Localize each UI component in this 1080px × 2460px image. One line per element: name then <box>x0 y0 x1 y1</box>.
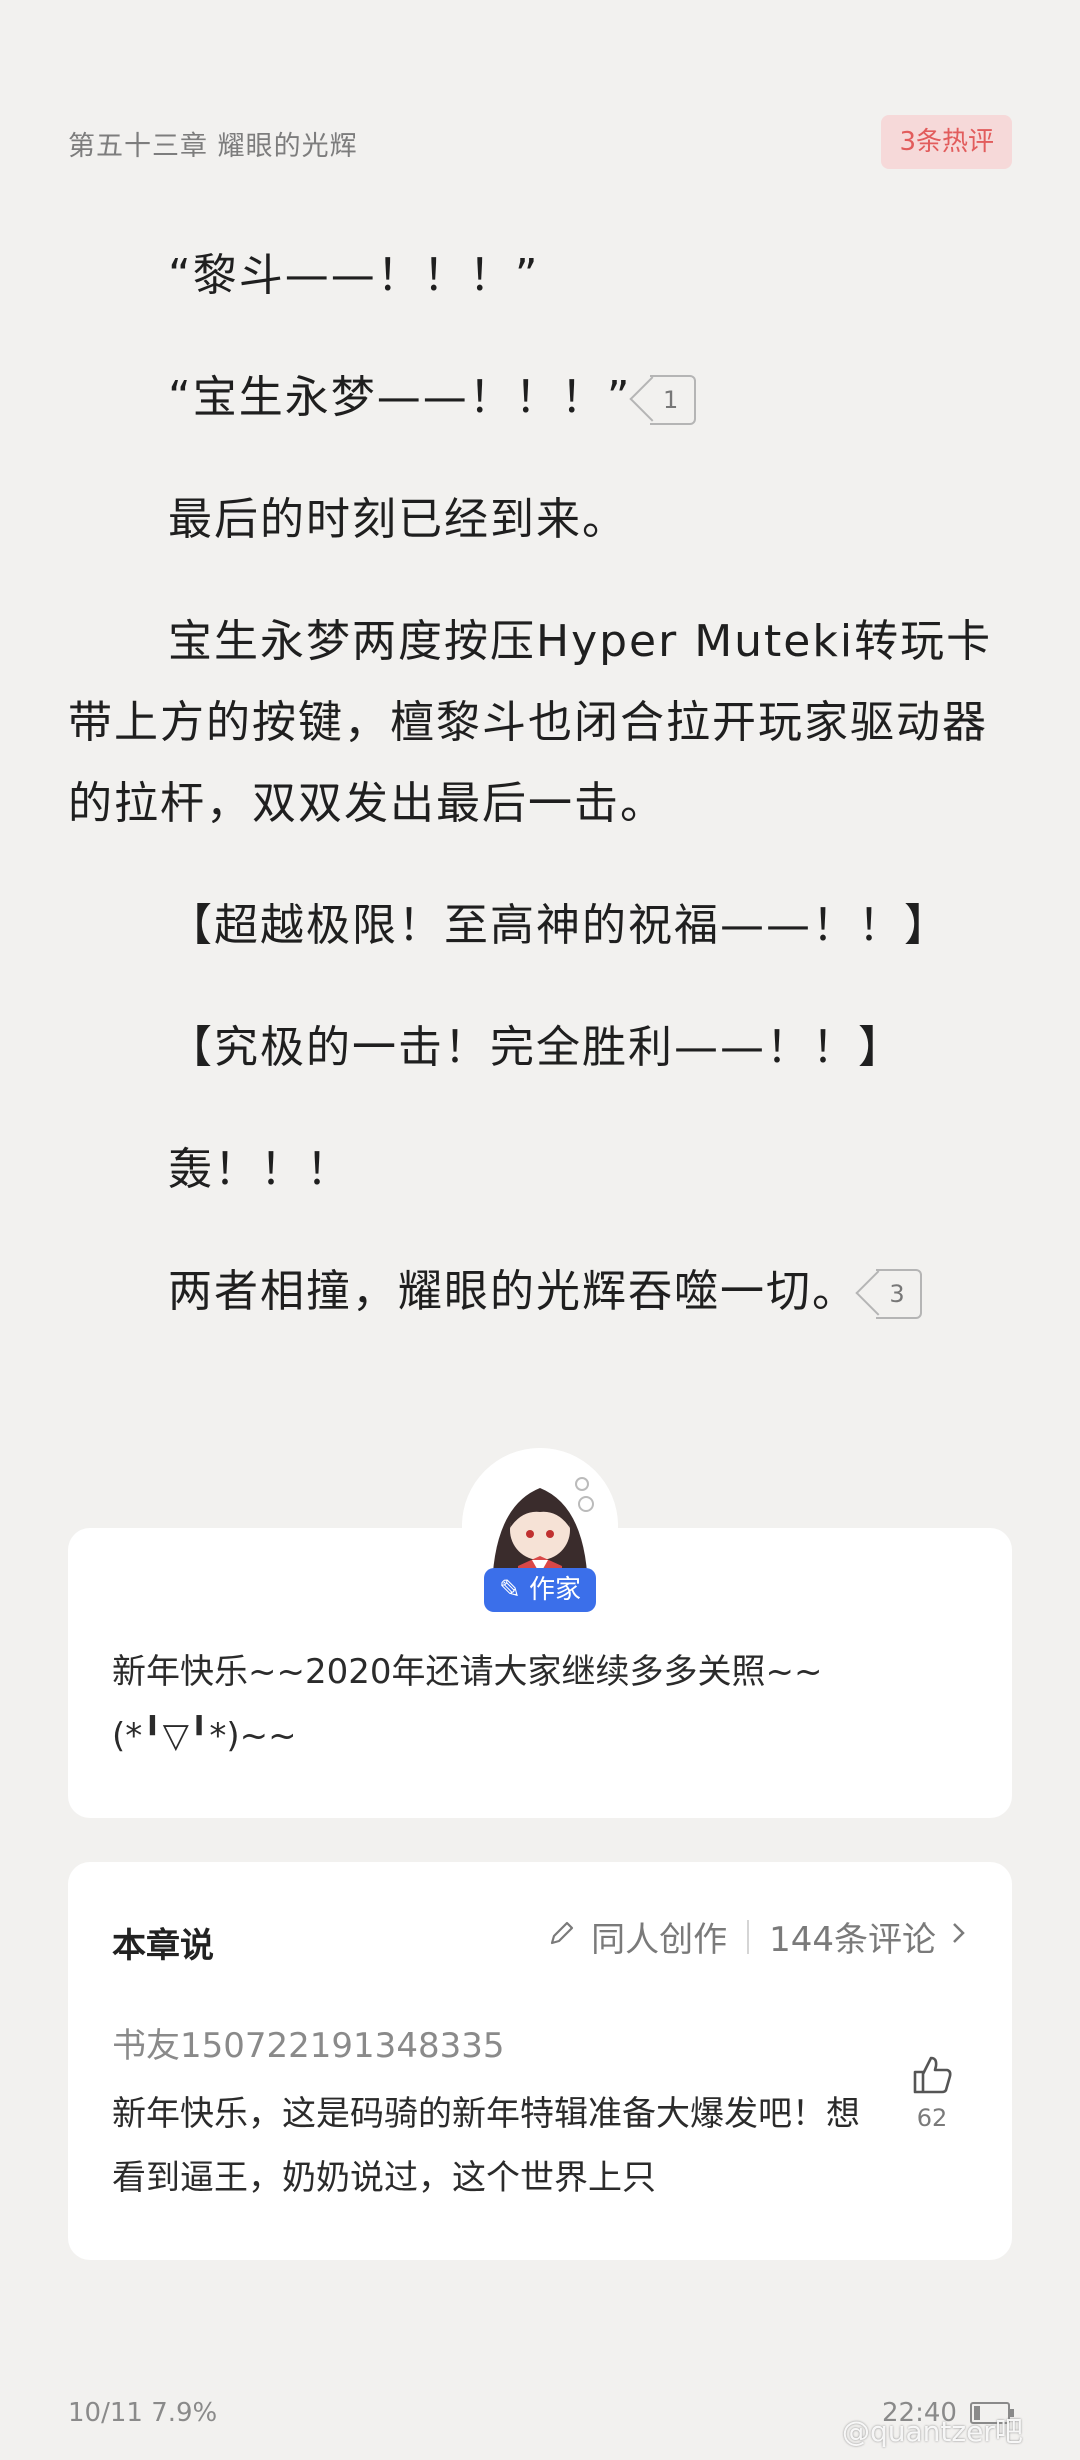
paragraph: 宝生永梦两度按压Hyper Muteki转玩卡带上方的按键，檀黎斗也闭合拉开玩家… <box>68 616 993 829</box>
like-button[interactable]: 62 <box>906 2052 958 2132</box>
reading-progress: 10/11 7.9% <box>68 2398 217 2428</box>
chapter-title: 第五十三章 耀眼的光辉 <box>68 131 358 162</box>
chapter-content: “黎斗——！！！” “宝生永梦——！！！” 1 最后的时刻已经到来。 宝生永梦两度… <box>68 235 1012 1373</box>
quill-icon: ✎ <box>498 1575 521 1605</box>
paragraph: “宝生永梦——！！！” 1 <box>68 357 1012 438</box>
paragraph: “黎斗——！！！” <box>168 250 540 301</box>
fan-creation-button[interactable]: 同人创作 <box>591 1912 727 1961</box>
chevron-right-icon[interactable] <box>950 1917 968 1957</box>
page-indicator: 10/11 <box>68 2398 143 2428</box>
paragraph: 轰！！！ <box>168 1144 352 1195</box>
chapter-comments-tools: 同人创作 144条评论 <box>547 1912 968 1961</box>
progress-percent: 7.9% <box>151 2398 218 2428</box>
comment-text: 新年快乐，这是码骑的新年特辑准备大爆发吧！想看到逼王，奶奶说过，这个世界上只 <box>112 2094 860 2198</box>
paragraph-comment-tag[interactable]: 1 <box>649 375 696 425</box>
author-message: 新年快乐~~2020年还请大家继续多多关照~~(*╹▽╹*)~~ <box>112 1652 823 1756</box>
paragraph: 最后的时刻已经到来。 <box>168 494 628 545</box>
paragraph: 两者相撞，耀眼的光辉吞噬一切。 3 <box>68 1251 1012 1332</box>
watermark: @quantzer吧 <box>842 2415 1023 2448</box>
paragraph: 【超越极限！至高神的祝福——！！】 <box>168 900 950 951</box>
paragraph: 【究极的一击！完全胜利——！！】 <box>168 1022 904 1073</box>
commenter-name[interactable]: 书友150722191348335 <box>112 2018 504 2067</box>
author-badge: ✎ 作家 <box>484 1568 596 1612</box>
hot-comments-badge[interactable]: 3条热评 <box>881 115 1012 169</box>
pencil-icon[interactable] <box>547 1917 577 1957</box>
thumbs-up-icon <box>913 2056 952 2094</box>
paragraph-comment-tag[interactable]: 3 <box>876 1269 922 1319</box>
chapter-comments-title: 本章说 <box>112 1926 214 1966</box>
like-count: 62 <box>916 2104 948 2132</box>
divider <box>747 1919 750 1954</box>
comment-count-link[interactable]: 144条评论 <box>769 1912 936 1961</box>
